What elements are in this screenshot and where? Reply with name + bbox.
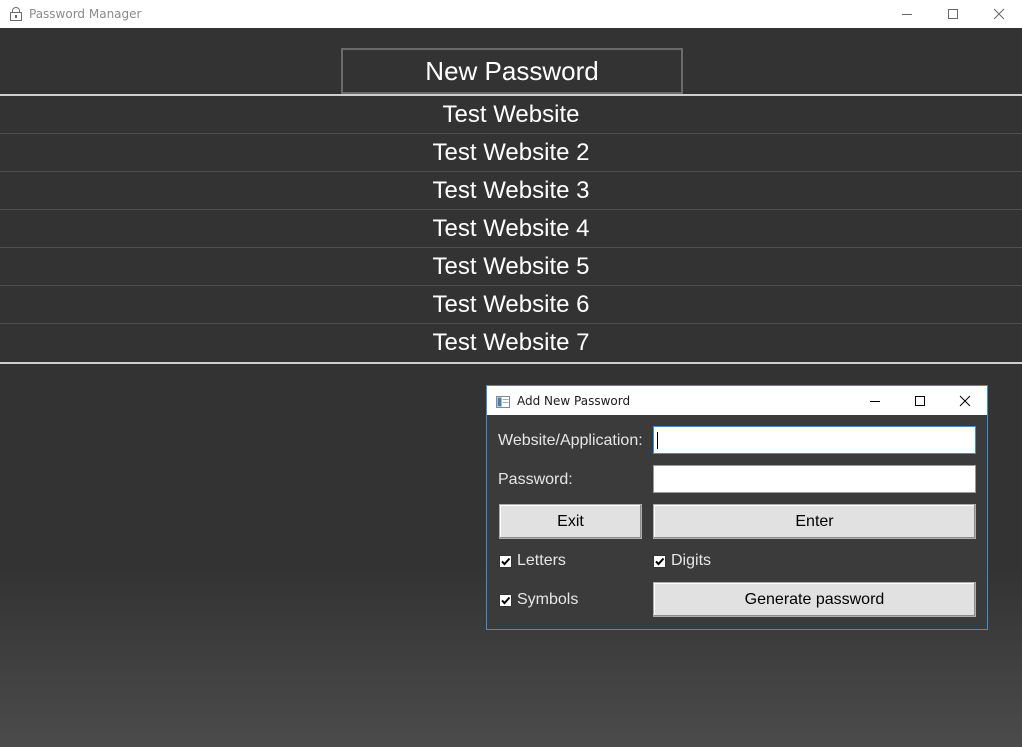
window-icon [496,395,510,408]
maximize-icon[interactable] [897,386,942,415]
enter-button[interactable]: Enter [653,504,976,539]
password-label: Password: [498,471,573,488]
list-item[interactable]: Test Website 2 [0,134,1022,172]
list-item[interactable]: Test Website 5 [0,248,1022,286]
list-item[interactable]: Test Website 6 [0,286,1022,324]
letters-checkbox[interactable]: Letters [499,552,566,570]
list-item[interactable]: Test Website 7 [0,324,1022,362]
list-item[interactable]: Test Website 3 [0,172,1022,210]
website-label: Website/Application: [498,432,643,449]
window-title: Password Manager [29,7,142,21]
list-item[interactable]: Test Website [0,96,1022,134]
website-input[interactable] [653,426,976,454]
checkmark-icon [499,554,512,568]
dialog-titlebar[interactable]: Add New Password [487,386,987,415]
list-item[interactable]: Test Website 4 [0,210,1022,248]
symbols-checkbox[interactable]: Symbols [499,591,578,609]
generate-password-button[interactable]: Generate password [653,582,976,617]
minimize-icon[interactable] [852,386,897,415]
window-titlebar[interactable]: Password Manager [0,0,1022,28]
lock-icon [9,7,23,21]
close-icon[interactable] [976,0,1022,28]
maximize-icon[interactable] [930,0,976,28]
dialog-title: Add New Password [517,393,631,408]
text-caret [657,432,658,449]
digits-label: Digits [671,552,712,569]
password-input[interactable] [653,465,976,493]
letters-label: Letters [517,552,566,569]
site-list: Test Website Test Website 2 Test Website… [0,94,1022,364]
checkmark-icon [653,554,666,568]
checkmark-icon [499,593,512,607]
digits-checkbox[interactable]: Digits [653,552,711,570]
new-password-button[interactable]: New Password [341,48,683,94]
close-icon[interactable] [942,386,987,415]
minimize-icon[interactable] [884,0,930,28]
symbols-label: Symbols [517,591,579,608]
dialog-body: Website/Application: Password: Exit Ente… [487,415,987,629]
exit-button[interactable]: Exit [499,504,642,539]
add-password-dialog: Add New Password Website/Application: Pa… [486,385,988,630]
